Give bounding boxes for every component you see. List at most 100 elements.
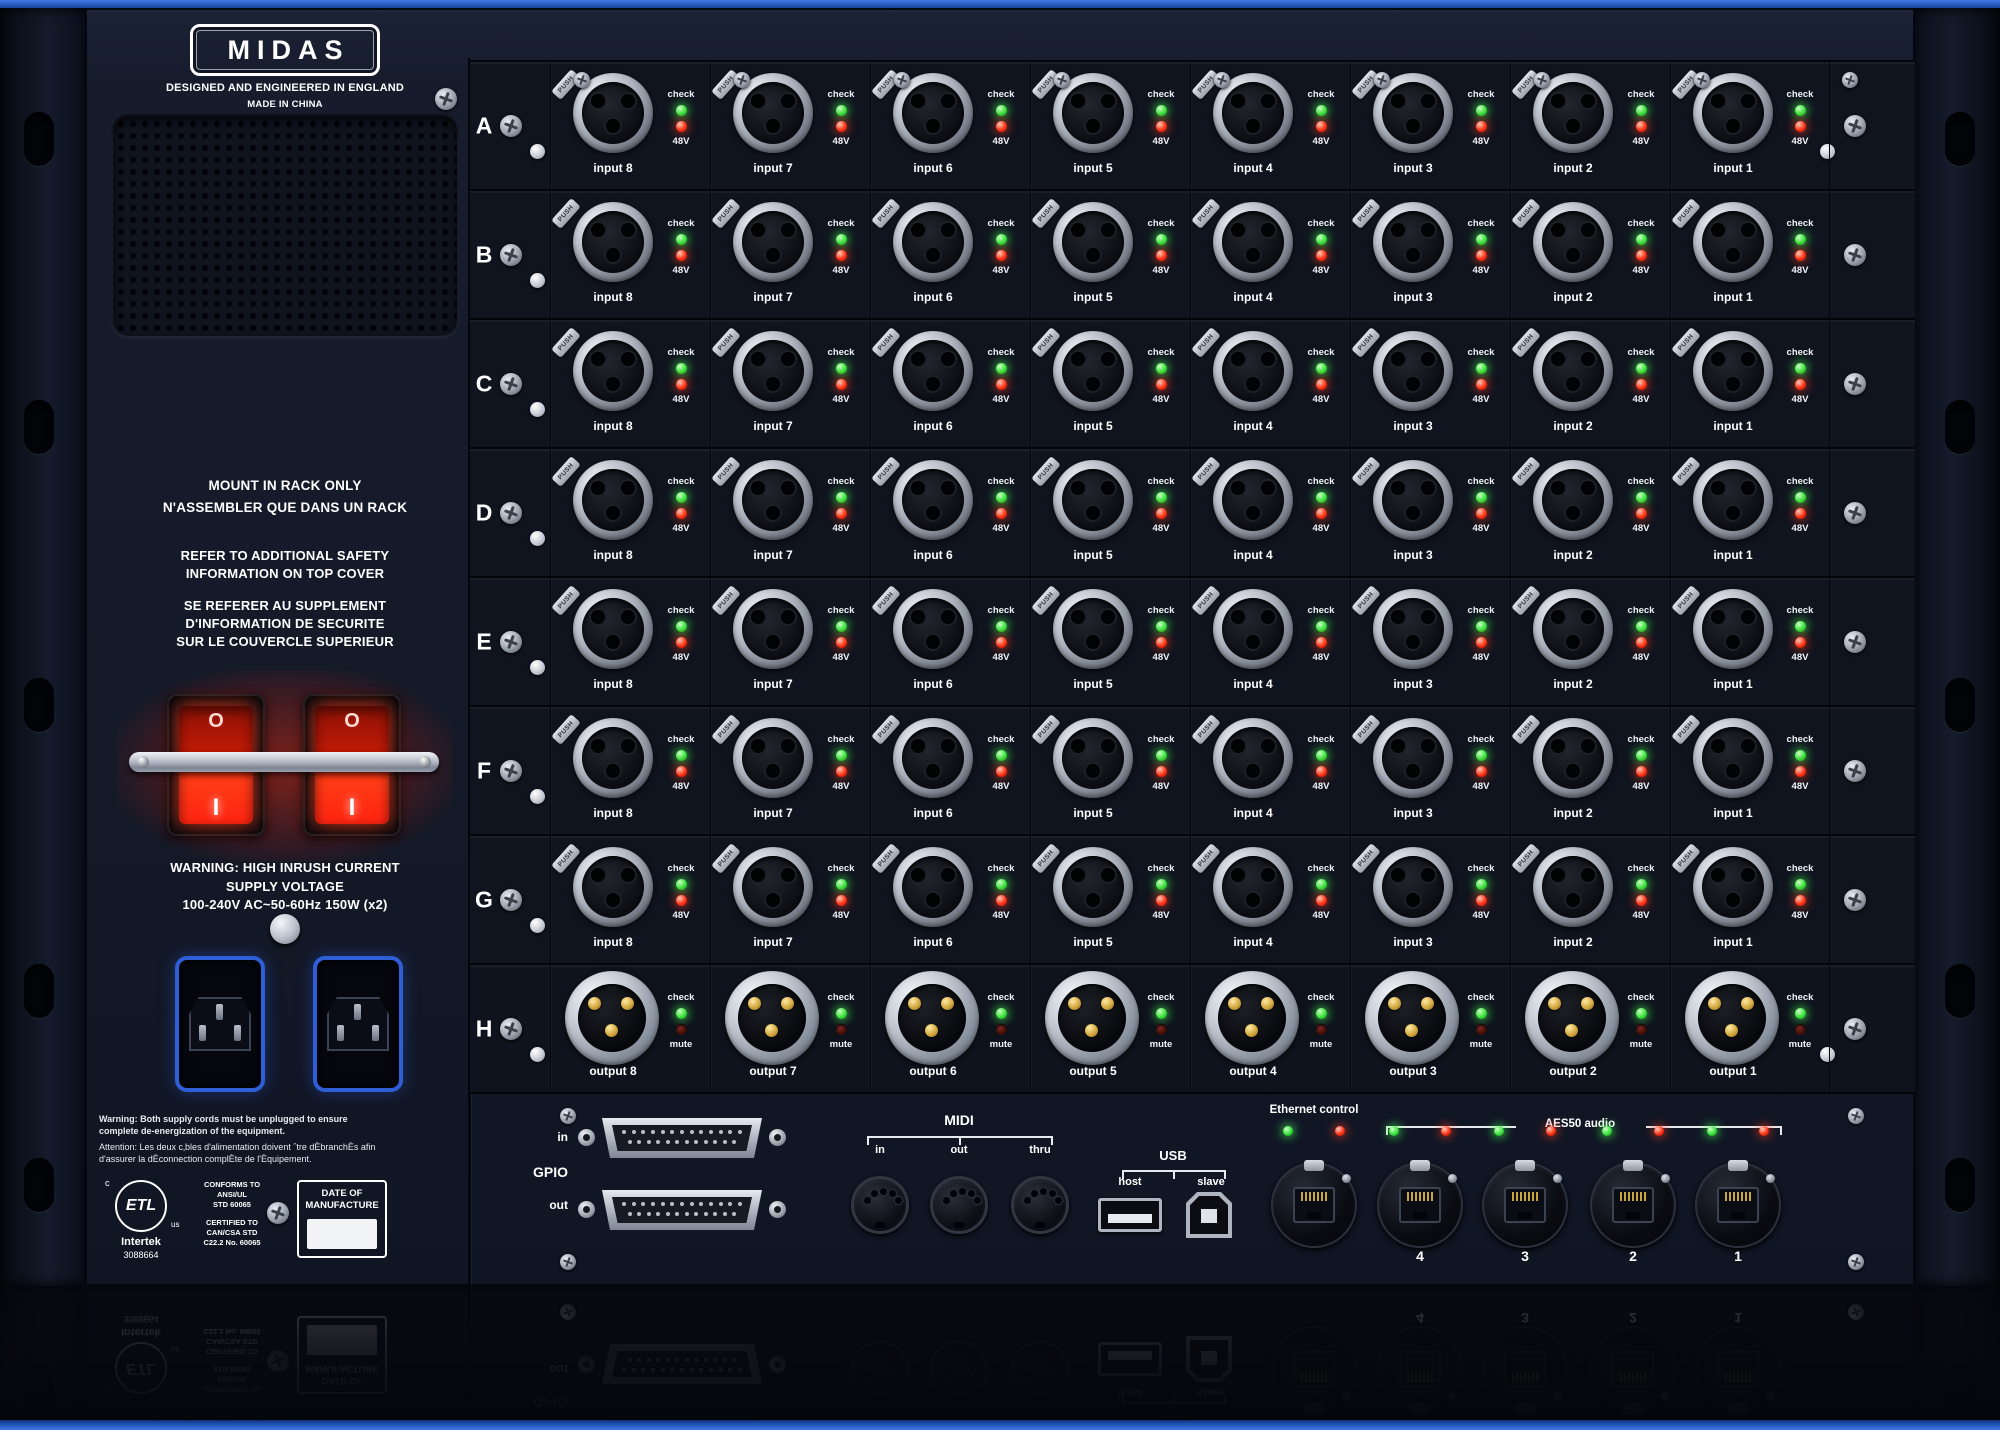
check-label: check — [1628, 219, 1655, 229]
xlr-input-D1[interactable]: PUSHinput 1check48V — [1670, 449, 1830, 576]
xlr-input-B8[interactable]: PUSHinput 8check48V — [550, 191, 710, 318]
xlr-input-B1[interactable]: PUSHinput 1check48V — [1670, 191, 1830, 318]
xlr-input-F8[interactable]: PUSHinput 8check48V — [550, 707, 710, 834]
xlr-input-E4[interactable]: PUSHinput 4check48V — [1190, 578, 1350, 705]
xlr-input-F5[interactable]: PUSHinput 5check48V — [1030, 707, 1190, 834]
xlr-input-G3[interactable]: PUSHinput 3check48V — [1350, 836, 1510, 963]
xlr-input-G8[interactable]: PUSHinput 8check48V — [550, 836, 710, 963]
led-indicators: check48V — [1454, 90, 1508, 147]
gpio-in-connector[interactable] — [578, 1116, 786, 1160]
channel-label: input 2 — [1515, 935, 1631, 949]
xlr-output-H1[interactable]: output 1checkmute — [1670, 965, 1830, 1092]
midi-thru-connector[interactable] — [1011, 1176, 1069, 1234]
phantom-led — [1476, 121, 1487, 132]
xlr-output-H5[interactable]: output 5checkmute — [1030, 965, 1190, 1092]
xlr-input-D7[interactable]: PUSHinput 7check48V — [710, 449, 870, 576]
xlr-output-H2[interactable]: output 2checkmute — [1510, 965, 1670, 1092]
xlr-input-C2[interactable]: PUSHinput 2check48V — [1510, 320, 1670, 447]
check-led — [676, 621, 687, 632]
iec-power-inlet-1[interactable] — [175, 956, 265, 1092]
xlr-input-B3[interactable]: PUSHinput 3check48V — [1350, 191, 1510, 318]
check-led — [1156, 234, 1167, 245]
xlr-female-connector — [1053, 847, 1133, 927]
channel-label: input 7 — [715, 935, 831, 949]
xlr-input-F4[interactable]: PUSHinput 4check48V — [1190, 707, 1350, 834]
xlr-input-G1[interactable]: PUSHinput 1check48V — [1670, 836, 1830, 963]
rack-mount-slot — [24, 964, 54, 1018]
xlr-input-E6[interactable]: PUSHinput 6check48V — [870, 578, 1030, 705]
xlr-input-D6[interactable]: PUSHinput 6check48V — [870, 449, 1030, 576]
xlr-input-E2[interactable]: PUSHinput 2check48V — [1510, 578, 1670, 705]
xlr-input-E3[interactable]: PUSHinput 3check48V — [1350, 578, 1510, 705]
ethercon-aes50-2[interactable] — [1590, 1162, 1676, 1248]
xlr-input-D8[interactable]: PUSHinput 8check48V — [550, 449, 710, 576]
xlr-input-E7[interactable]: PUSHinput 7check48V — [710, 578, 870, 705]
xlr-input-C7[interactable]: PUSHinput 7check48V — [710, 320, 870, 447]
row-label-E: E — [470, 628, 498, 655]
usb-slave-port[interactable] — [1186, 1192, 1232, 1238]
xlr-input-C6[interactable]: PUSHinput 6check48V — [870, 320, 1030, 447]
xlr-input-G2[interactable]: PUSHinput 2check48V — [1510, 836, 1670, 963]
xlr-input-C8[interactable]: PUSHinput 8check48V — [550, 320, 710, 447]
xlr-input-C5[interactable]: PUSHinput 5check48V — [1030, 320, 1190, 447]
phantom-label: 48V — [1792, 653, 1809, 663]
channel-label: input 4 — [1195, 161, 1311, 175]
ethercon-aes50-1[interactable] — [1695, 1162, 1781, 1248]
xlr-input-C4[interactable]: PUSHinput 4check48V — [1190, 320, 1350, 447]
channel-label: input 8 — [555, 806, 671, 820]
xlr-input-C1[interactable]: PUSHinput 1check48V — [1670, 320, 1830, 447]
certification-block: c ETL us Intertek 3088664 CONFORMS TO AN… — [97, 1176, 277, 1284]
xlr-input-F1[interactable]: PUSHinput 1check48V — [1670, 707, 1830, 834]
xlr-input-D5[interactable]: PUSHinput 5check48V — [1030, 449, 1190, 576]
iec-power-inlet-2[interactable] — [313, 956, 403, 1092]
mute-label: mute — [830, 1040, 853, 1050]
channel-label: input 6 — [875, 419, 991, 433]
check-led — [996, 621, 1007, 632]
xlr-output-H7[interactable]: output 7checkmute — [710, 965, 870, 1092]
xlr-input-D2[interactable]: PUSHinput 2check48V — [1510, 449, 1670, 576]
phantom-label: 48V — [1792, 782, 1809, 792]
xlr-input-B6[interactable]: PUSHinput 6check48V — [870, 191, 1030, 318]
switch-on-symbol: I — [169, 794, 263, 822]
xlr-input-F3[interactable]: PUSHinput 3check48V — [1350, 707, 1510, 834]
phantom-label: 48V — [673, 395, 690, 405]
check-label: check — [828, 864, 855, 874]
xlr-input-B7[interactable]: PUSHinput 7check48V — [710, 191, 870, 318]
xlr-female-connector — [1053, 589, 1133, 669]
round-button[interactable] — [270, 914, 300, 944]
xlr-input-E8[interactable]: PUSHinput 8check48V — [550, 578, 710, 705]
midi-bracket — [867, 1136, 1053, 1144]
check-led — [1795, 105, 1806, 116]
xlr-input-G4[interactable]: PUSHinput 4check48V — [1190, 836, 1350, 963]
channel-label: input 4 — [1195, 419, 1311, 433]
xlr-input-F7[interactable]: PUSHinput 7check48V — [710, 707, 870, 834]
xlr-output-H6[interactable]: output 6checkmute — [870, 965, 1030, 1092]
screw — [500, 502, 522, 524]
xlr-input-F2[interactable]: PUSHinput 2check48V — [1510, 707, 1670, 834]
usb-host-port[interactable] — [1098, 1198, 1162, 1232]
xlr-input-G5[interactable]: PUSHinput 5check48V — [1030, 836, 1190, 963]
xlr-input-C3[interactable]: PUSHinput 3check48V — [1350, 320, 1510, 447]
xlr-input-B2[interactable]: PUSHinput 2check48V — [1510, 191, 1670, 318]
gpio-out-connector[interactable] — [578, 1188, 786, 1232]
ethercon-ethernet-control[interactable] — [1271, 1162, 1357, 1248]
xlr-female-connector — [893, 718, 973, 798]
xlr-input-D3[interactable]: PUSHinput 3check48V — [1350, 449, 1510, 576]
midi-in-connector[interactable] — [851, 1176, 909, 1234]
xlr-input-G6[interactable]: PUSHinput 6check48V — [870, 836, 1030, 963]
xlr-input-B5[interactable]: PUSHinput 5check48V — [1030, 191, 1190, 318]
midi-title: MIDI — [909, 1112, 1009, 1128]
xlr-output-H4[interactable]: output 4checkmute — [1190, 965, 1350, 1092]
xlr-output-H3[interactable]: output 3checkmute — [1350, 965, 1510, 1092]
xlr-input-G7[interactable]: PUSHinput 7check48V — [710, 836, 870, 963]
xlr-input-F6[interactable]: PUSHinput 6check48V — [870, 707, 1030, 834]
xlr-input-D4[interactable]: PUSHinput 4check48V — [1190, 449, 1350, 576]
xlr-input-B4[interactable]: PUSHinput 4check48V — [1190, 191, 1350, 318]
check-led — [1795, 879, 1806, 890]
ethercon-aes50-4[interactable] — [1377, 1162, 1463, 1248]
midi-out-connector[interactable] — [930, 1176, 988, 1234]
xlr-input-E1[interactable]: PUSHinput 1check48V — [1670, 578, 1830, 705]
ethercon-aes50-3[interactable] — [1482, 1162, 1568, 1248]
xlr-output-H8[interactable]: output 8checkmute — [550, 965, 710, 1092]
xlr-input-E5[interactable]: PUSHinput 5check48V — [1030, 578, 1190, 705]
